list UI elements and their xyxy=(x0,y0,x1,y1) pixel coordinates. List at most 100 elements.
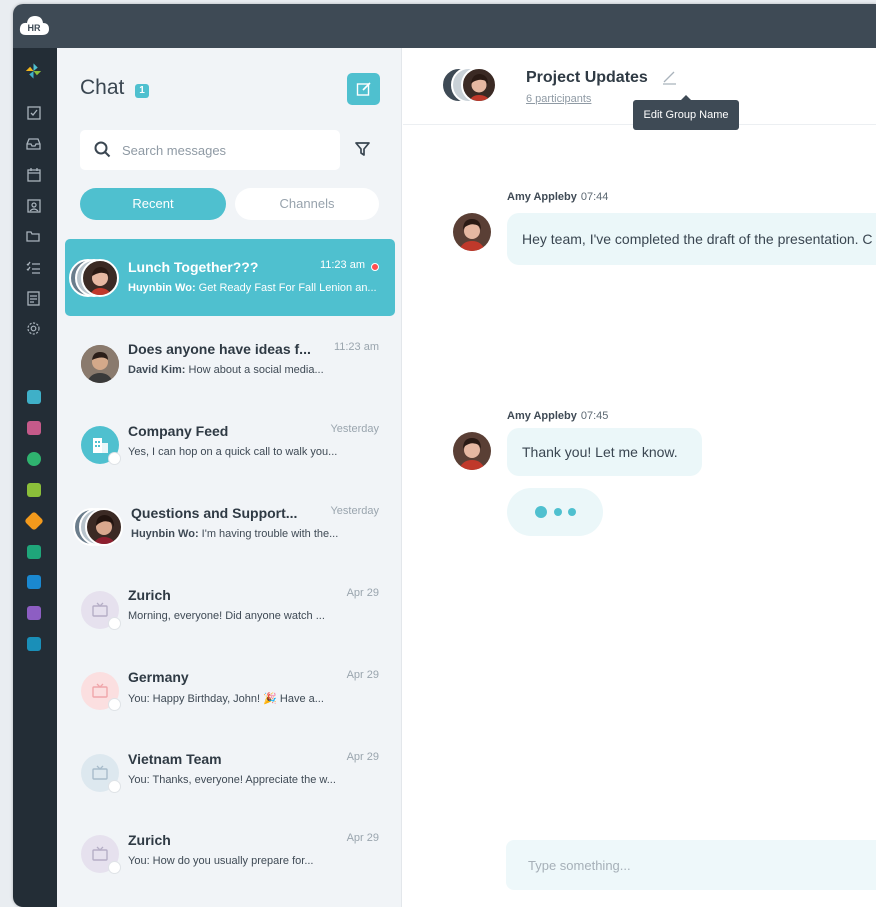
conversation-item[interactable]: Vietnam Team Apr 29 You: Thanks, everyon… xyxy=(65,731,395,808)
conversation-name: Company Feed xyxy=(128,423,229,439)
tab-channels[interactable]: Channels xyxy=(235,188,379,220)
preview-sender: Huynbin Wo: xyxy=(131,528,199,540)
message-author: Amy Appleby xyxy=(507,410,577,422)
edit-pencil-icon[interactable] xyxy=(661,69,678,86)
message-input[interactable] xyxy=(528,840,858,890)
conversation-preview: You: How do you usually prepare for... xyxy=(128,855,314,867)
conversation-preview: David Kim: How about a social media... xyxy=(128,364,383,376)
message-meta: Amy Appleby 07:45 xyxy=(507,410,608,422)
avatar xyxy=(85,508,123,546)
chat-count-badge: 1 xyxy=(135,84,149,98)
conversation-time: Yesterday xyxy=(330,423,379,435)
conversation-name: Germany xyxy=(128,669,189,685)
travel-app-icon[interactable] xyxy=(27,483,41,497)
lock-icon xyxy=(108,780,121,793)
message-bubble: Thank you! Let me know. xyxy=(507,428,702,476)
avatar xyxy=(453,213,491,251)
document-icon[interactable] xyxy=(25,290,42,307)
excel-app-icon[interactable] xyxy=(27,637,41,651)
calendar-icon[interactable] xyxy=(25,166,42,183)
hr-logo[interactable]: HR xyxy=(18,13,50,39)
contact-icon[interactable] xyxy=(25,197,42,214)
conversation-preview: You: Thanks, everyone! Appreciate the w.… xyxy=(128,774,336,786)
lock-icon xyxy=(108,698,121,711)
conversation-item[interactable]: Company Feed Yesterday Yes, I can hop on… xyxy=(65,403,395,480)
preview-text: Get Ready Fast For Fall Lenion an... xyxy=(195,282,377,294)
conversation-preview: Yes, I can hop on a quick call to walk y… xyxy=(128,446,338,458)
avatar xyxy=(453,432,491,470)
conversation-time: Apr 29 xyxy=(346,751,379,763)
message-time: 07:45 xyxy=(580,410,609,422)
conversation-item[interactable]: Zurich Apr 29 You: How do you usually pr… xyxy=(65,812,395,889)
avatar xyxy=(81,259,119,297)
preview-sender: David Kim: xyxy=(128,364,186,376)
conversation-panel: Project Updates 6 participants Edit Grou… xyxy=(403,48,876,907)
checklist-icon[interactable] xyxy=(25,259,42,276)
compose-icon xyxy=(356,82,371,96)
conversation-item[interactable]: Lunch Together??? 11:23 am Huynbin Wo: G… xyxy=(65,239,395,316)
conversation-time: Yesterday xyxy=(330,505,379,517)
search-box xyxy=(80,130,340,170)
conversation-preview: Huynbin Wo: Get Ready Fast For Fall Leni… xyxy=(128,282,383,294)
inbox-icon[interactable] xyxy=(25,135,42,152)
typing-indicator xyxy=(507,488,603,536)
gear-icon[interactable] xyxy=(25,320,42,337)
conversation-time: Apr 29 xyxy=(346,832,379,844)
conversation-time: 11:23 am xyxy=(333,341,379,353)
team-app-icon[interactable] xyxy=(27,390,41,404)
star-app-icon[interactable] xyxy=(24,511,44,531)
channel-badge-icon xyxy=(108,452,121,465)
preview-text: I'm having trouble with the... xyxy=(198,528,339,540)
search-icon xyxy=(94,141,111,158)
conversation-header: Project Updates 6 participants Edit Grou… xyxy=(403,48,876,130)
nav-rail xyxy=(13,48,57,907)
conversation-time: Apr 29 xyxy=(346,587,379,599)
conversation-preview: Huynbin Wo: I'm having trouble with the.… xyxy=(131,528,386,540)
preview-sender: Huynbin Wo: xyxy=(128,282,196,294)
preview-text: How about a social media... xyxy=(185,364,324,376)
avatar xyxy=(81,345,119,383)
conversation-name: Vietnam Team xyxy=(128,751,222,767)
message-composer xyxy=(506,840,876,890)
message-time: 07:44 xyxy=(580,191,609,203)
folder-icon[interactable] xyxy=(25,228,42,245)
conversation-name: Zurich xyxy=(128,832,171,848)
search-app-icon[interactable] xyxy=(27,575,41,589)
typing-dot xyxy=(535,506,547,518)
conversation-time: Apr 29 xyxy=(346,669,379,681)
message-bubble: Hey team, I've completed the draft of th… xyxy=(507,213,876,265)
filter-icon[interactable] xyxy=(355,141,370,157)
conversation-time: 11:23 am xyxy=(319,259,365,271)
conversation-name: Zurich xyxy=(128,587,171,603)
group-name: Project Updates xyxy=(526,69,648,86)
money-app-icon[interactable] xyxy=(27,545,41,559)
search-input[interactable] xyxy=(122,130,332,170)
conversation-name: Lunch Together??? xyxy=(128,259,259,275)
conversation-preview: You: Happy Birthday, John! 🎉 Have a... xyxy=(128,693,324,705)
pinwheel-icon[interactable] xyxy=(25,62,42,79)
lock-icon xyxy=(108,861,121,874)
hr-logo-text: HR xyxy=(28,23,41,33)
typing-dot xyxy=(568,508,576,516)
participants-link[interactable]: 6 participants xyxy=(526,93,591,105)
tab-recent[interactable]: Recent xyxy=(80,188,226,220)
message-author: Amy Appleby xyxy=(507,191,577,203)
unread-dot xyxy=(371,263,379,271)
top-bar: HR xyxy=(13,4,876,48)
conversation-name: Questions and Support... xyxy=(131,505,298,521)
typing-dot xyxy=(554,508,562,516)
award-app-icon[interactable] xyxy=(27,452,41,466)
conversation-item[interactable]: Does anyone have ideas f... 11:23 am Dav… xyxy=(65,321,395,398)
conversation-item[interactable]: Questions and Support... Yesterday Huynb… xyxy=(65,485,395,562)
chat-list-panel: Chat 1 Recent Channels Lunch Together???… xyxy=(57,48,402,907)
avatar xyxy=(461,67,497,103)
app-window: HR Chat 1 Search messages Recent Channel… xyxy=(13,4,876,907)
edit-group-name-tooltip: Edit Group Name xyxy=(633,95,739,130)
conversation-preview: Morning, everyone! Did anyone watch ... xyxy=(128,610,325,622)
file-app-icon[interactable] xyxy=(27,606,41,620)
conversation-item[interactable]: Germany Apr 29 You: Happy Birthday, John… xyxy=(65,649,395,726)
new-chat-button[interactable] xyxy=(347,73,380,105)
conversation-item[interactable]: Zurich Apr 29 Morning, everyone! Did any… xyxy=(65,567,395,644)
checkbox-icon[interactable] xyxy=(25,104,42,121)
badge-app-icon[interactable] xyxy=(27,421,41,435)
